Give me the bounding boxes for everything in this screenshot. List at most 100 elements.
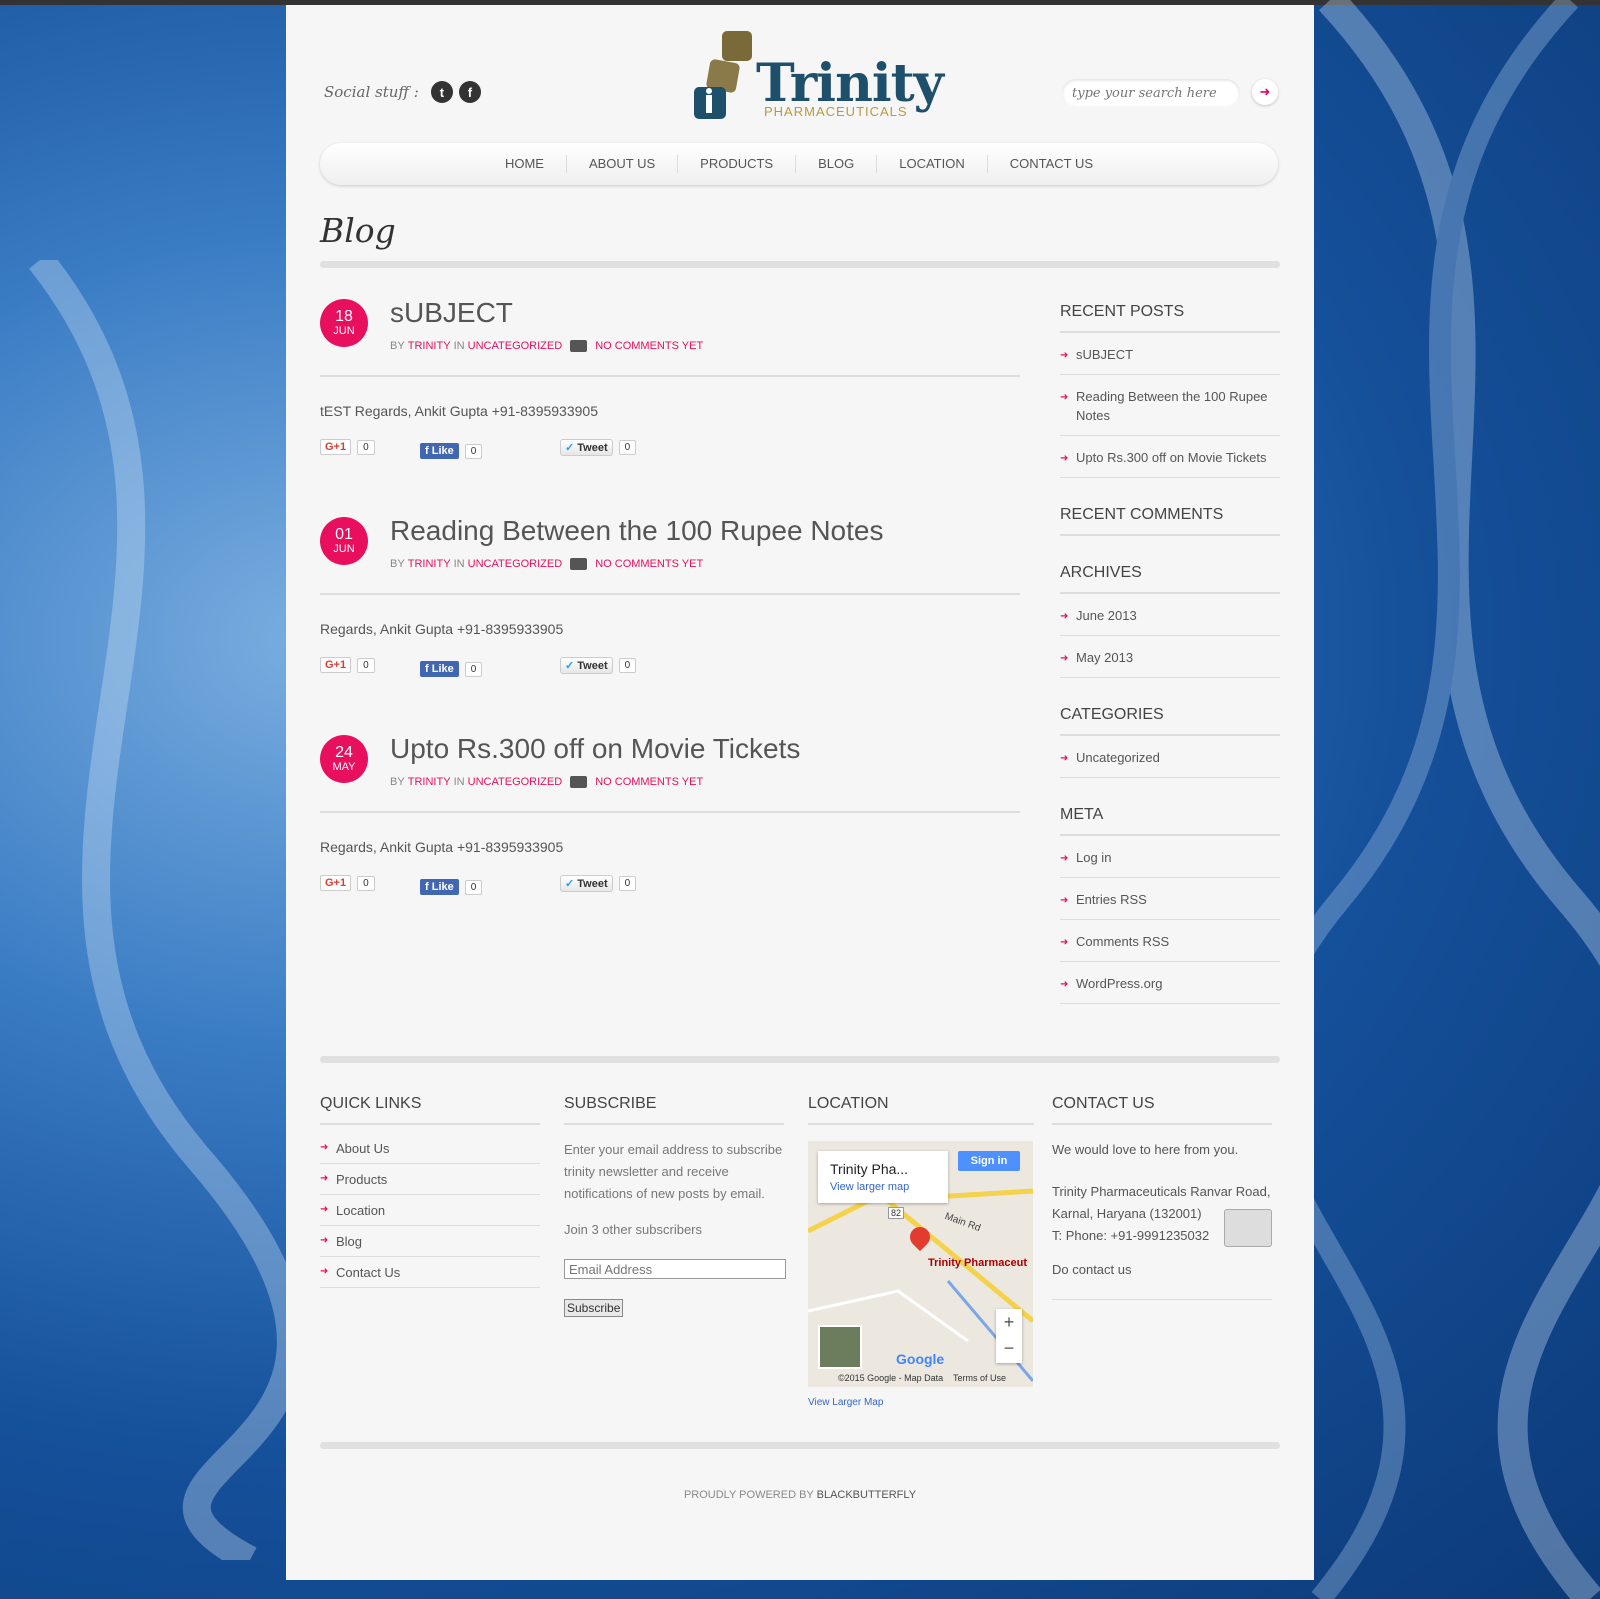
comments-link[interactable]: NO COMMENTS YET [595,340,703,352]
search-input[interactable] [1062,79,1242,107]
tweet-button[interactable]: ✓ Tweet [560,875,613,892]
widget-title: ARCHIVES [1060,564,1280,594]
email-field[interactable] [564,1259,786,1279]
recent-post-link[interactable]: sUBJECT [1076,347,1133,362]
category-link[interactable]: Uncategorized [1076,750,1160,765]
zoom-in-icon[interactable]: + [996,1309,1022,1335]
map-place-title: Trinity Pha... [830,1161,909,1177]
satellite-toggle[interactable] [818,1325,862,1369]
quick-link[interactable]: Products [336,1172,387,1187]
author-link[interactable]: TRINITY [408,340,451,352]
category-link[interactable]: UNCATEGORIZED [468,558,563,570]
arrow-icon: ➜ [320,1142,329,1153]
facebook-icon[interactable]: f [458,81,481,103]
gplus-button[interactable]: G+1 [320,657,352,673]
gplus-button[interactable]: G+1 [320,439,352,455]
quick-link[interactable]: Contact Us [336,1265,400,1280]
quick-link[interactable]: Blog [336,1234,362,1249]
meta-item[interactable]: ➜ WordPress.org [1060,962,1280,1004]
comments-link[interactable]: NO COMMENTS YET [595,558,703,570]
archive-link[interactable]: May 2013 [1076,650,1133,665]
meta-in: IN [453,340,465,352]
logo-mark-icon [694,31,752,119]
archives-widget: ARCHIVES ➜ June 2013 ➜ May 2013 [1060,564,1280,678]
author-link[interactable]: TRINITY [408,776,451,788]
logo-name: Trinity [756,53,944,114]
meta-item[interactable]: ➜ Comments RSS [1060,920,1280,962]
site-logo[interactable]: Trinity PHARMACEUTICALS [692,31,944,119]
nav-products[interactable]: PRODUCTS [677,155,795,173]
arrow-icon: ➜ [1060,853,1069,864]
post-excerpt: tEST Regards, Ankit Gupta +91-8395933905 [320,403,598,419]
like-count: 0 [464,443,483,459]
map-signin-button[interactable]: Sign in [958,1151,1020,1171]
meta-link[interactable]: WordPress.org [1076,976,1162,991]
category-link[interactable]: UNCATEGORIZED [468,340,563,352]
tweet-button[interactable]: ✓ Tweet [560,657,613,674]
widget-title: RECENT POSTS [1060,303,1280,333]
facebook-like-button[interactable]: f Like [420,879,459,895]
post-title[interactable]: sUBJECT [390,297,513,329]
recent-post-link[interactable]: Reading Between the 100 Rupee Notes [1076,389,1268,423]
zoom-out-icon[interactable]: − [996,1335,1022,1361]
credits-brand-link[interactable]: BLACKBUTTERFLY [817,1489,916,1501]
map-terms[interactable]: Terms of Use [953,1373,1006,1383]
arrow-icon: ➜ [320,1266,329,1277]
quick-link-item[interactable]: ➜ Location [320,1195,540,1226]
search-submit-button[interactable]: ➜ [1252,79,1278,105]
meta-link[interactable]: Entries RSS [1076,892,1147,907]
recent-post-item[interactable]: ➜ sUBJECT [1060,333,1280,375]
author-link[interactable]: TRINITY [408,558,451,570]
recent-comments-widget: RECENT COMMENTS [1060,506,1280,536]
nav-home[interactable]: HOME [483,155,566,173]
post-title[interactable]: Upto Rs.300 off on Movie Tickets [390,733,800,765]
facebook-like-button[interactable]: f Like [420,443,459,459]
facebook-like-button[interactable]: f Like [420,661,459,677]
facebook-like: f Like 0 [420,443,483,459]
gplus-count: 0 [357,875,375,891]
like-label: Like [431,881,454,893]
gplus-button[interactable]: G+1 [320,875,352,891]
meta-item[interactable]: ➜ Entries RSS [1060,878,1280,920]
quick-link-item[interactable]: ➜ Contact Us [320,1257,540,1288]
quick-link[interactable]: About Us [336,1141,389,1156]
comments-link[interactable]: NO COMMENTS YET [595,776,703,788]
nav-blog[interactable]: BLOG [795,155,876,173]
site-credits: PROUDLY POWERED BY BLACKBUTTERFLY [286,1489,1314,1501]
meta-by: BY [390,340,405,352]
nav-contact-us[interactable]: CONTACT US [986,155,1115,173]
nav-location[interactable]: LOCATION [876,155,987,173]
date-day: 18 [335,308,353,325]
recent-post-item[interactable]: ➜ Upto Rs.300 off on Movie Tickets [1060,436,1280,478]
date-day: 24 [335,744,353,761]
archive-item[interactable]: ➜ May 2013 [1060,636,1280,678]
location-map[interactable]: Trinity Pha... View larger map Sign in 8… [808,1141,1033,1387]
post-title[interactable]: Reading Between the 100 Rupee Notes [390,515,883,547]
subscribe-button[interactable]: Subscribe [564,1299,624,1317]
recent-post-link[interactable]: Upto Rs.300 off on Movie Tickets [1076,450,1267,465]
meta-link[interactable]: Comments RSS [1076,934,1169,949]
meta-item[interactable]: ➜ Log in [1060,836,1280,878]
view-larger-map-link[interactable]: View Larger Map [808,1397,883,1408]
gplus-share: G+1 0 [320,439,375,455]
quick-link-item[interactable]: ➜ Blog [320,1226,540,1257]
subscriber-count: Join 3 other subscribers [564,1222,703,1237]
main-nav: HOME ABOUT US PRODUCTS BLOG LOCATION CON… [320,143,1278,185]
nav-about-us[interactable]: ABOUT US [565,155,677,173]
meta-link[interactable]: Log in [1076,850,1111,865]
tweet-button[interactable]: ✓ Tweet [560,439,613,456]
tweet-count: 0 [618,658,637,673]
quick-link-item[interactable]: ➜ Products [320,1164,540,1195]
map-zoom-controls[interactable]: + − [996,1309,1022,1363]
map-larger-link[interactable]: View larger map [830,1181,948,1193]
category-item[interactable]: ➜ Uncategorized [1060,736,1280,778]
archive-link[interactable]: June 2013 [1076,608,1137,623]
twitter-icon[interactable]: t [430,81,453,103]
quick-link-item[interactable]: ➜ About Us [320,1133,540,1164]
sidebar: RECENT POSTS ➜ sUBJECT ➜ Reading Between t… [1060,303,1280,1032]
quick-link[interactable]: Location [336,1203,385,1218]
archive-item[interactable]: ➜ June 2013 [1060,594,1280,636]
post-meta: BY TRINITY IN UNCATEGORIZED NO COMMENTS … [390,340,703,352]
recent-post-item[interactable]: ➜ Reading Between the 100 Rupee Notes [1060,375,1280,436]
category-link[interactable]: UNCATEGORIZED [468,776,563,788]
